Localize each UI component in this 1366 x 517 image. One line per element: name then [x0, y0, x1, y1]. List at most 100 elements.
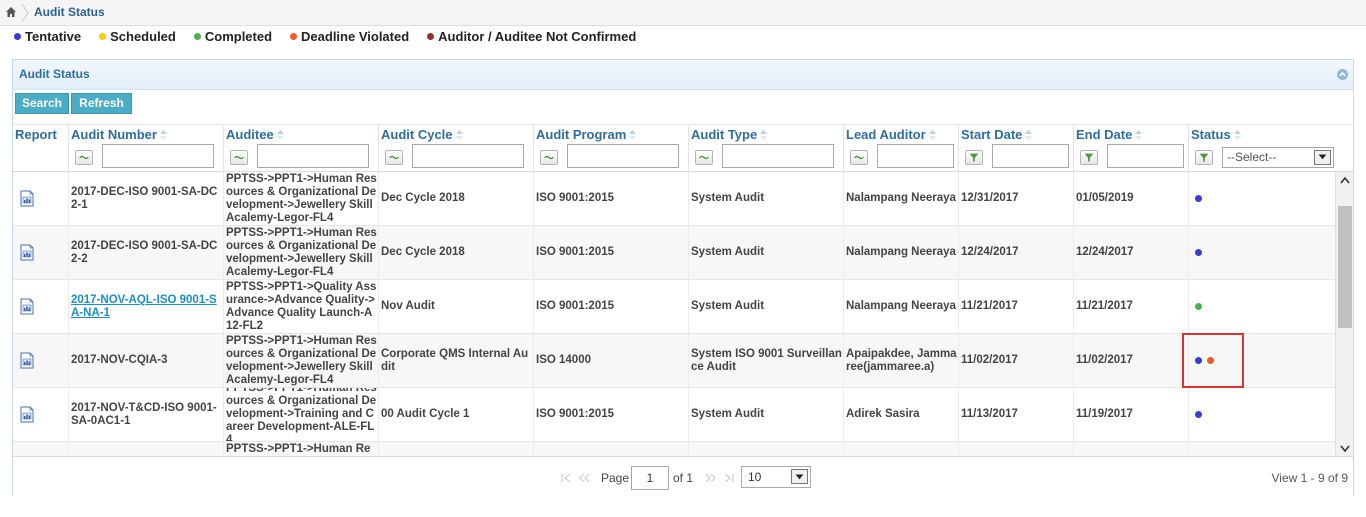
filter-funnel-icon[interactable] [1195, 150, 1213, 165]
filter-operator-icon[interactable] [385, 150, 403, 165]
sort-icon[interactable] [1135, 126, 1143, 140]
column-header-audit-program[interactable]: Audit Program [533, 125, 688, 144]
audit-number-link[interactable]: 2017-NOV-AQL-ISO 9001-SA-NA-1 [71, 294, 223, 320]
filter-operator-icon[interactable] [850, 150, 868, 165]
vertical-scrollbar[interactable] [1335, 172, 1353, 456]
cell-text: System Audit [691, 300, 765, 312]
sort-icon[interactable] [928, 126, 936, 140]
sort-icon[interactable] [1025, 126, 1033, 140]
column-header-label: Report [15, 127, 57, 142]
column-header-auditee[interactable]: Auditee [223, 125, 378, 144]
filter-operator-icon[interactable] [695, 150, 713, 165]
table-row[interactable]: 2017-NOV-AQL-ISO 9001-SA-NA-1 PPTSS->PPT1… [13, 280, 1335, 334]
column-header-start-date[interactable]: Start Date [958, 125, 1073, 144]
search-button[interactable]: Search [15, 93, 69, 114]
filter-input-audit-type[interactable] [722, 144, 834, 168]
cell-report [13, 280, 68, 333]
filter-input-audit-number[interactable] [102, 144, 214, 168]
cell-text: 2017-NOV-T&CD-ISO 9001-SA-0AC1-1 [71, 401, 217, 427]
page-input[interactable]: 1 [631, 466, 669, 490]
report-icon[interactable] [20, 406, 34, 423]
cell-text: 2017-DEC-ISO 9001-SA-DC2-1 [71, 185, 218, 211]
table-row[interactable]: PPTSS->PPT1->Human Re [13, 442, 1335, 456]
filter-input-end-date[interactable] [1107, 144, 1184, 168]
legend-dot-icon [427, 32, 435, 40]
report-icon[interactable] [20, 298, 34, 315]
scroll-up-icon[interactable] [1340, 176, 1350, 184]
cell-text: 12/24/2017 [1076, 246, 1134, 258]
filter-funnel-icon[interactable] [965, 150, 983, 165]
filter-cell-audit-program [533, 144, 688, 172]
cell-start-date: 11/21/2017 [958, 280, 1073, 333]
cell-start-date: 12/31/2017 [958, 172, 1073, 225]
chevron-down-icon[interactable] [1314, 150, 1331, 165]
refresh-button[interactable]: Refresh [71, 93, 132, 114]
cell-auditee: PPTSS->PPT1->Human Resources & Organizat… [223, 334, 378, 387]
column-header-lead-auditor[interactable]: Lead Auditor [843, 125, 958, 144]
sort-icon[interactable] [159, 126, 167, 140]
last-page-icon[interactable] [723, 474, 734, 482]
column-header-end-date[interactable]: End Date [1073, 125, 1188, 144]
report-icon[interactable] [20, 244, 34, 261]
filter-input-start-date[interactable] [992, 144, 1069, 168]
cell-end-date: 11/19/2017 [1073, 388, 1188, 441]
column-header-label: Audit Cycle [381, 127, 453, 142]
first-page-icon[interactable] [561, 474, 572, 482]
sort-icon[interactable] [276, 126, 284, 140]
cell-text: 11/21/2017 [961, 300, 1018, 312]
prev-page-icon[interactable] [579, 474, 590, 482]
filter-operator-icon[interactable] [540, 150, 558, 165]
cell-report [13, 172, 68, 225]
cell-text: PPTSS->PPT1->Human Re [226, 443, 371, 455]
cell-end-date [1073, 442, 1188, 456]
table-row[interactable]: 2017-DEC-ISO 9001-SA-DC2-1 PPTSS->PPT1->H… [13, 172, 1335, 226]
page-size-select[interactable]: 10 [741, 466, 811, 488]
page-label: Page [601, 471, 630, 485]
cell-audit-program [533, 442, 688, 456]
column-header-label: Audit Program [536, 127, 627, 142]
cell-start-date [958, 442, 1073, 456]
sort-icon[interactable] [455, 126, 463, 140]
column-header-audit-number[interactable]: Audit Number [68, 125, 223, 144]
status-filter-select[interactable]: --Select-- [1222, 147, 1334, 168]
cell-text: PPTSS->PPT1->Human Resources & Organizat… [226, 226, 377, 278]
filter-input-audit-cycle[interactable] [412, 144, 524, 168]
legend-label: Scheduled [110, 28, 176, 44]
column-header-report[interactable]: Report [13, 125, 68, 144]
column-header-status[interactable]: Status [1188, 125, 1335, 144]
chevron-down-icon[interactable] [791, 469, 808, 484]
scroll-down-icon[interactable] [1340, 445, 1350, 453]
sort-icon[interactable] [1233, 126, 1241, 140]
filter-input-lead-auditor[interactable] [877, 144, 954, 168]
filter-input-auditee[interactable] [257, 144, 369, 168]
cell-audit-number: 2017-DEC-ISO 9001-SA-DC2-2 [68, 226, 223, 279]
report-icon[interactable] [20, 352, 34, 369]
collapse-icon[interactable] [1337, 69, 1348, 80]
table-row[interactable]: 2017-NOV-T&CD-ISO 9001-SA-0AC1-1 PPTSS->P… [13, 388, 1335, 442]
status-dot-icon [1195, 195, 1202, 202]
column-header-audit-cycle[interactable]: Audit Cycle [378, 125, 533, 144]
legend-label: Auditor / Auditee Not Confirmed [438, 28, 637, 44]
report-icon[interactable] [20, 190, 34, 207]
table-header: Report Audit Number Auditee Audit Cycle Audi… [13, 124, 1353, 144]
filter-operator-icon[interactable] [75, 150, 93, 165]
table-row[interactable]: 2017-NOV-CQIA-3 PPTSS->PPT1->Human Resour… [13, 334, 1335, 388]
table-row[interactable]: 2017-DEC-ISO 9001-SA-DC2-2 PPTSS->PPT1->H… [13, 226, 1335, 280]
sort-icon[interactable] [760, 126, 768, 140]
filter-operator-icon[interactable] [230, 150, 248, 165]
filter-row: --Select-- [13, 144, 1353, 172]
sort-icon[interactable] [629, 126, 637, 140]
home-icon[interactable] [5, 6, 17, 18]
column-header-label: Auditee [226, 127, 274, 142]
filter-input-audit-program[interactable] [567, 144, 679, 168]
cell-audit-program: ISO 9001:2015 [533, 280, 688, 333]
next-page-icon[interactable] [705, 474, 716, 482]
column-header-audit-type[interactable]: Audit Type [688, 125, 843, 144]
cell-audit-cycle: Dec Cycle 2018 [378, 172, 533, 225]
breadcrumb-current[interactable]: Audit Status [34, 5, 105, 19]
scroll-thumb[interactable] [1338, 206, 1352, 328]
legend-label: Completed [204, 28, 273, 44]
cell-audit-cycle [378, 442, 533, 456]
filter-funnel-icon[interactable] [1080, 150, 1098, 165]
column-header-label: End Date [1076, 127, 1133, 142]
